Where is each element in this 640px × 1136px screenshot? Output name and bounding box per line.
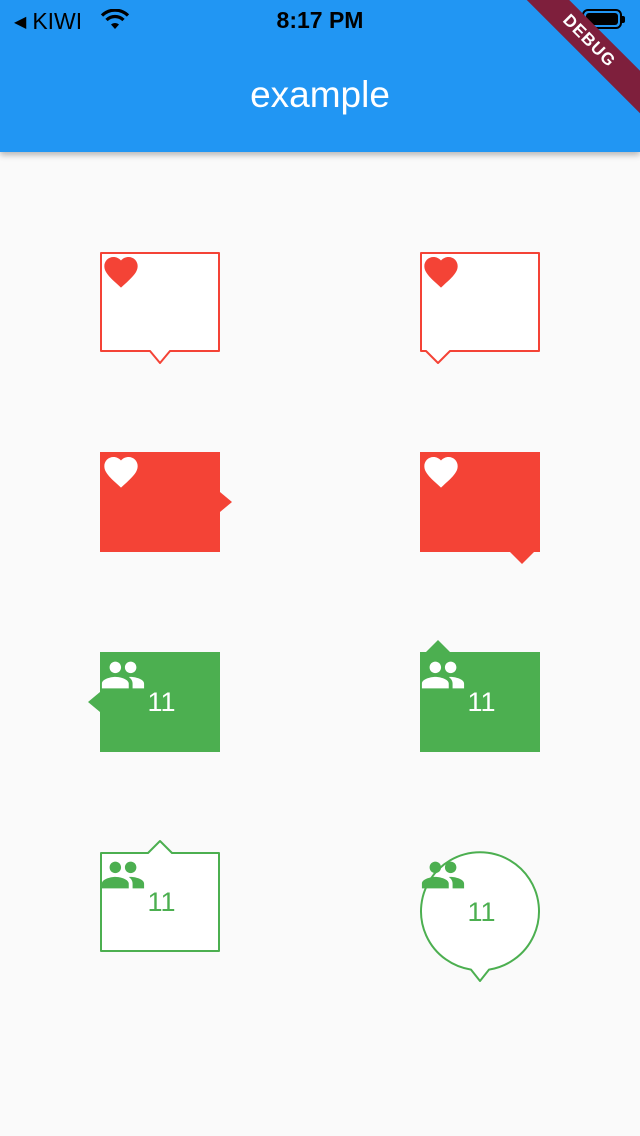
- app-bar: ◀ KIWI 8:17 PM example: [0, 0, 640, 152]
- badge-people-circle-bottom-center[interactable]: 11: [420, 851, 540, 982]
- people-icon: [101, 661, 145, 689]
- badge-count: 11: [467, 686, 496, 717]
- heart-icon: [424, 457, 458, 488]
- badge-heart-filled-bottom-right[interactable]: [420, 452, 540, 564]
- people-icon: [421, 661, 465, 689]
- badge-content: [100, 452, 220, 552]
- people-icon: [421, 861, 465, 889]
- badge-heart-outlined-bottom-center[interactable]: [100, 252, 220, 364]
- badge-content: [420, 252, 540, 352]
- badge-count: 11: [467, 896, 496, 927]
- badge-content: [420, 452, 540, 552]
- heart-icon: [424, 257, 458, 288]
- badge-people-filled-left-center[interactable]: 11: [88, 652, 220, 752]
- badge-content: 11: [100, 652, 220, 752]
- people-icon: [101, 861, 145, 889]
- heart-icon: [104, 257, 138, 288]
- badge-content: [100, 252, 220, 352]
- badge-heart-outlined-bottom-left[interactable]: [420, 252, 540, 364]
- badge-count: 11: [147, 886, 176, 917]
- page-title: example: [250, 74, 390, 115]
- badge-content: 11: [100, 852, 220, 952]
- badge-people-outlined-top-center[interactable]: 11: [100, 840, 220, 952]
- badge-heart-filled-right-center[interactable]: [100, 452, 232, 552]
- badge-content: 11: [420, 852, 540, 972]
- heart-icon: [104, 457, 138, 488]
- badge-count: 11: [147, 686, 176, 717]
- badge-content: 11: [420, 652, 540, 752]
- badge-people-filled-top-left[interactable]: 11: [420, 640, 540, 752]
